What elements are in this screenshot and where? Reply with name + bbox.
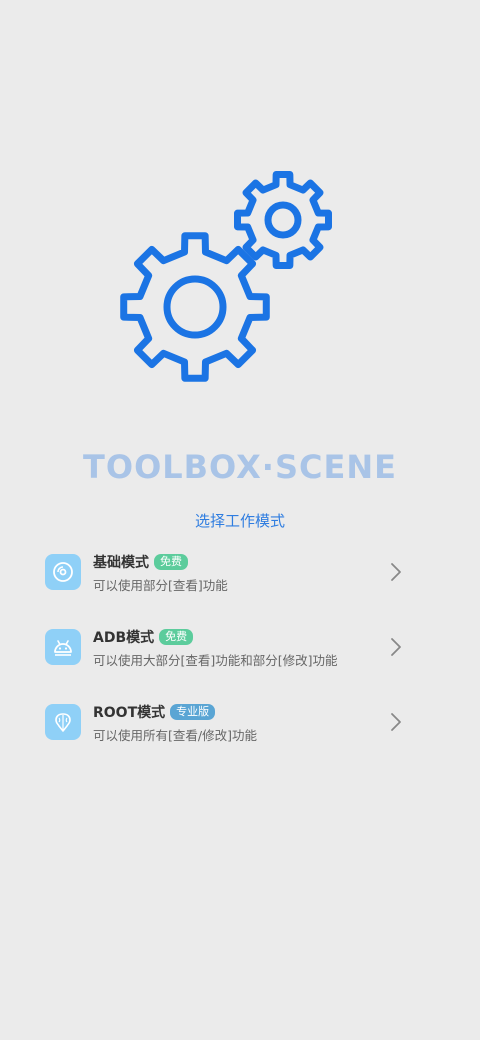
chevron-right-icon <box>391 713 401 731</box>
mode-description: 可以使用部分[查看]功能 <box>93 578 228 593</box>
free-badge: 免费 <box>159 629 194 645</box>
disc-icon <box>45 554 81 590</box>
mode-list: 基础模式 免费 可以使用部分[查看]功能 ADB模式 免费 可以使用大部分[查看… <box>0 540 480 765</box>
mode-description: 可以使用所有[查看/修改]功能 <box>93 728 257 743</box>
select-mode-subtitle: 选择工作模式 <box>194 512 285 530</box>
chevron-right-icon <box>391 563 401 581</box>
mode-item-basic[interactable]: 基础模式 免费 可以使用部分[查看]功能 <box>0 540 480 615</box>
gears-icon <box>120 171 332 382</box>
mode-item-adb[interactable]: ADB模式 免费 可以使用大部分[查看]功能和部分[修改]功能 <box>0 615 480 690</box>
android-icon <box>45 629 81 665</box>
app-title: TOOLBOX·SCENE <box>83 448 397 486</box>
mode-select-screen: TOOLBOX·SCENE 选择工作模式 基础模式 免费 可以使用部分[查看]功… <box>0 0 480 1040</box>
mode-item-root[interactable]: ROOT模式 专业版 可以使用所有[查看/修改]功能 <box>0 690 480 765</box>
mode-name: ADB模式 <box>93 630 155 646</box>
chevron-right-icon <box>391 638 401 656</box>
brain-icon <box>45 704 81 740</box>
free-badge: 免费 <box>154 554 188 570</box>
mode-description: 可以使用大部分[查看]功能和部分[修改]功能 <box>93 653 338 668</box>
mode-name: ROOT模式 <box>93 705 166 721</box>
pro-badge: 专业版 <box>170 704 216 720</box>
mode-name: 基础模式 <box>93 555 149 571</box>
